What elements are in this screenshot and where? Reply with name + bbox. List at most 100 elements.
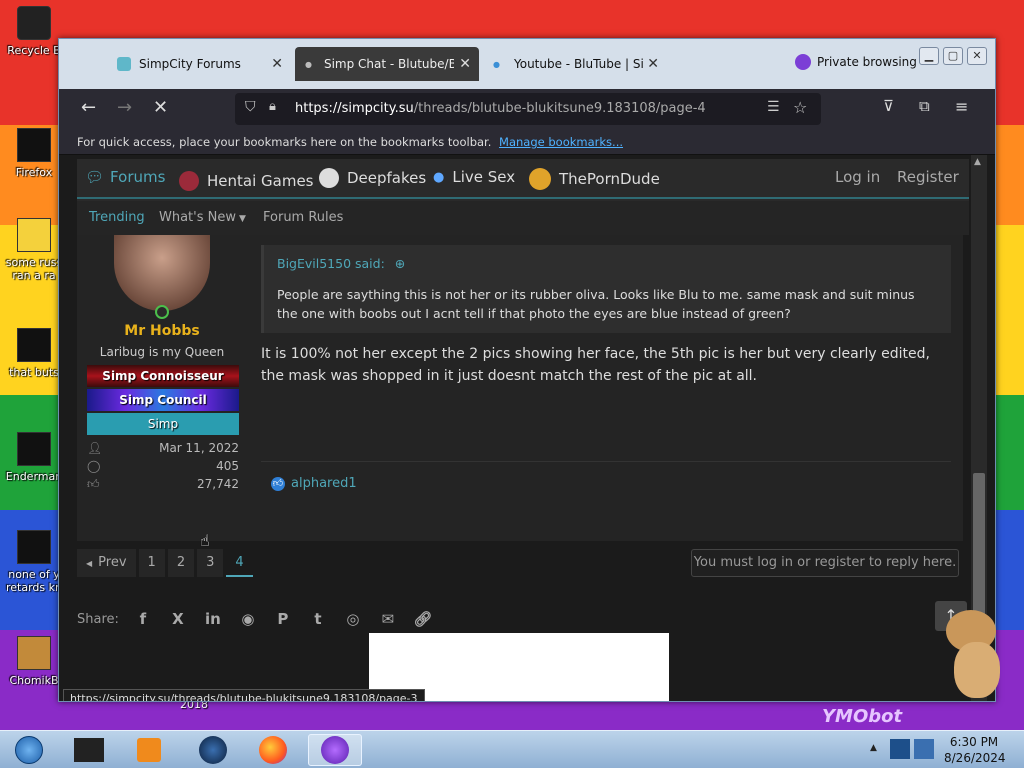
tab-simpcity-forums[interactable]: SimpCity Forums ✕ <box>107 47 291 81</box>
desktop-icon-enderman[interactable]: Enderman <box>2 432 66 483</box>
show-hidden-icons[interactable]: ▲ <box>870 743 877 753</box>
volume-icon[interactable] <box>914 739 934 759</box>
scroll-up-icon[interactable]: ▲ <box>974 157 981 167</box>
maximize-button[interactable]: ▢ <box>943 47 963 65</box>
page-link-3[interactable]: 3 <box>197 549 224 577</box>
document-icon <box>17 328 51 362</box>
share-bar: Share: f X in ◉ P t ◎ ✉ 🔗︎ <box>77 607 434 631</box>
taskbar-firefox-private[interactable] <box>308 734 362 766</box>
site-nav-sub: Trending What's New ▼ Forum Rules <box>77 201 969 235</box>
start-button[interactable] <box>2 734 56 766</box>
user-badge-simp: Simp <box>87 413 239 435</box>
subnav-forum-rules[interactable]: Forum Rules <box>263 210 343 225</box>
login-link[interactable]: Log in <box>835 168 880 186</box>
login-to-reply-button[interactable]: You must log in or register to reply her… <box>691 549 959 577</box>
shield-icon[interactable]: ⛉ <box>245 99 256 115</box>
chevron-left-icon: ◀ <box>86 559 93 568</box>
browser-toolbar: ← → ✕ ⛉ 🔒︎ https://simpcity.su/threads/b… <box>59 89 995 129</box>
desktop-icon-chomik[interactable]: ChomikB <box>2 636 66 687</box>
nav-hentai-games[interactable]: Hentai Games <box>179 171 314 191</box>
tumblr-icon[interactable]: t <box>307 608 329 630</box>
reader-view-icon[interactable]: ☰ <box>767 99 780 115</box>
network-icon[interactable] <box>890 739 910 759</box>
page-link-4-current[interactable]: 4 <box>226 549 253 577</box>
link-status-bar: https://simpcity.su/threads/blutube-bluk… <box>63 689 425 701</box>
page-link-1[interactable]: 1 <box>138 549 165 577</box>
desktop-icon-firefox[interactable]: Firefox <box>2 128 66 179</box>
close-tab-icon[interactable]: ✕ <box>271 56 283 72</box>
facebook-icon[interactable]: f <box>132 608 154 630</box>
arrow-up-circle-icon[interactable]: ⊕ <box>395 256 405 271</box>
prev-label: Prev <box>98 555 127 570</box>
nav-porndude-label: ThePornDude <box>559 170 660 188</box>
desktop-icon-label: Recycle B <box>7 44 61 57</box>
x-icon[interactable]: X <box>167 608 189 630</box>
desktop-icon-label: ChomikB <box>9 674 59 687</box>
tab-youtube-blutube[interactable]: ● Youtube - BluTube | Sim ✕ <box>483 47 667 81</box>
forward-icon[interactable]: → <box>117 97 132 118</box>
bookmark-star-icon[interactable]: ☆ <box>793 98 807 117</box>
reaction-user: alphared1 <box>291 476 357 491</box>
tab-simp-chat[interactable]: ● Simp Chat - Blutube/Blu ✕ <box>295 47 479 81</box>
whatsapp-icon[interactable]: ◎ <box>342 608 364 630</box>
close-tab-icon[interactable]: ✕ <box>459 56 471 72</box>
share-label: Share: <box>77 611 119 627</box>
forum-post: Mr Hobbs Laribug is my Queen Simp Connoi… <box>77 235 963 541</box>
linkedin-icon[interactable]: in <box>202 608 224 630</box>
porndude-icon <box>529 168 551 190</box>
desktop-icon-file-1[interactable]: some russ ran a ra <box>2 218 66 282</box>
close-tab-icon[interactable]: ✕ <box>647 56 659 72</box>
lock-icon[interactable]: 🔒︎ <box>269 99 276 114</box>
minimize-button[interactable]: ▁ <box>919 47 939 65</box>
manage-bookmarks-link[interactable]: Manage bookmarks... <box>499 135 623 149</box>
desktop-icon-file-3[interactable]: none of y retards kn <box>2 530 66 594</box>
email-icon[interactable]: ✉ <box>377 608 399 630</box>
firefox-icon <box>17 128 51 162</box>
desktop-corner-text: YMObot <box>822 706 903 727</box>
avatar[interactable] <box>114 235 210 311</box>
tab-dot-icon: ● <box>305 59 312 69</box>
tab-title: Youtube - BluTube | Sim <box>513 57 644 71</box>
system-clock[interactable]: 6:30 PM 8/26/2024 <box>944 734 1006 766</box>
nav-theporndude[interactable]: ThePornDude <box>529 168 660 190</box>
user-badge-connoisseur: Simp Connoisseur <box>87 365 239 387</box>
extensions-icon[interactable]: ⧉ <box>919 97 930 115</box>
menu-icon[interactable]: ≡ <box>955 97 968 116</box>
link-icon[interactable]: 🔗︎ <box>412 608 434 630</box>
taskbar-media-player[interactable] <box>122 734 176 766</box>
firefox-icon <box>259 736 287 764</box>
stop-icon[interactable]: ✕ <box>153 97 168 118</box>
hamster-sticker <box>940 606 1004 702</box>
prev-page-button[interactable]: ◀ Prev <box>77 549 136 577</box>
taskbar-app-1[interactable] <box>62 734 116 766</box>
subnav-whats-new[interactable]: What's New <box>159 210 236 225</box>
url-bar[interactable]: ⛉ 🔒︎ https://simpcity.su/threads/blutube… <box>235 93 821 125</box>
desktop-icon-label: Firefox <box>15 166 53 179</box>
pagination: ◀ Prev 1 2 3 4 <box>77 549 256 577</box>
url-text: https://simpcity.su/threads/blutube-bluk… <box>295 101 706 116</box>
clock-time: 6:30 PM <box>949 735 999 749</box>
desktop-icon-file-2[interactable]: that buts <box>2 328 66 379</box>
nav-live-sex[interactable]: ● Live Sex <box>433 168 515 186</box>
nav-deepfakes[interactable]: Deepfakes <box>319 168 426 188</box>
reaction-summary[interactable]: 👍︎ alphared1 <box>271 476 357 491</box>
quote-author[interactable]: BigEvil5150 said: ⊕ <box>277 256 405 271</box>
media-player-icon <box>137 738 161 762</box>
reddit-icon[interactable]: ◉ <box>237 608 259 630</box>
location-pin-icon: ● <box>433 169 445 185</box>
register-link[interactable]: Register <box>897 168 959 186</box>
username[interactable]: Mr Hobbs <box>77 323 247 339</box>
close-window-button[interactable]: ✕ <box>967 47 987 65</box>
taskbar-firefox[interactable] <box>246 734 300 766</box>
chevron-down-icon[interactable]: ▼ <box>239 214 246 224</box>
taskbar-app-3[interactable] <box>186 734 240 766</box>
user-stat-joined: 👤︎ Mar 11, 2022 <box>87 441 239 457</box>
page-link-2[interactable]: 2 <box>167 549 195 577</box>
pocket-icon[interactable]: ⊽ <box>883 97 894 115</box>
back-icon[interactable]: ← <box>81 97 96 118</box>
nav-livesex-label: Live Sex <box>452 168 516 186</box>
nav-forums[interactable]: 💬︎ Forums <box>85 168 165 186</box>
desktop-icon-recycle-bin[interactable]: Recycle B <box>2 6 66 57</box>
subnav-trending[interactable]: Trending <box>89 210 145 225</box>
pinterest-icon[interactable]: P <box>272 608 294 630</box>
